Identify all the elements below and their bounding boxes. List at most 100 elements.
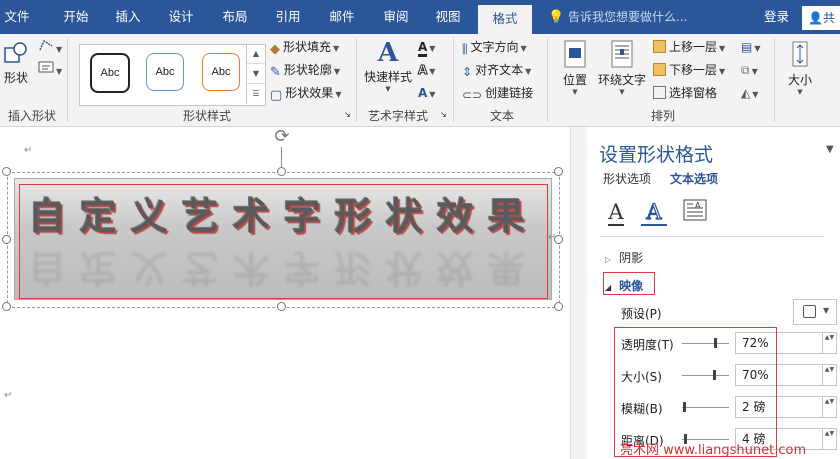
group-divider [356,38,357,122]
section-reflection-label: 映像 [619,279,644,293]
text-effects-button[interactable]: A ▼ [418,83,435,103]
chevron-down-icon: ▼ [719,44,726,53]
shapes-button[interactable]: 形状 [0,40,32,86]
shape-fill-label: 形状填充 [283,40,332,54]
shape-fill-button[interactable]: ◆ 形状填充 ▼ [270,37,339,57]
section-shadow[interactable]: ▷ 阴影 [605,249,643,266]
shape-outline-button[interactable]: ✎ 形状轮廓 ▼ [270,60,340,80]
tab-text-options[interactable]: 文本选项 [670,170,718,187]
spinner-icon[interactable]: ▲▼ [823,364,837,386]
tab-5[interactable]: 引用 [266,0,310,34]
document-scrollbar[interactable] [570,127,587,459]
wordart-a-icon: A [377,38,399,68]
login-link[interactable]: 登录 [764,0,789,34]
chevron-down-icon: ▼ [429,90,436,99]
spinner-icon[interactable]: ▲▼ [823,428,837,450]
tab-6[interactable]: 邮件 [320,0,364,34]
shape-outline-label: 形状轮廓 [283,63,332,77]
paragraph-mark-icon: ↵ [24,145,33,156]
dialog-launcher-icon[interactable]: ↘ [440,105,447,125]
resize-handle-right[interactable] [554,235,563,244]
text-effects-icon[interactable]: A [641,199,667,225]
size-button[interactable]: 大小 ▼ [783,40,817,96]
tab-2[interactable]: 插入 [108,0,148,34]
tab-9[interactable]: 格式 [478,5,532,34]
shape-effects-icon: ▢ [270,88,283,103]
quick-styles-button[interactable]: A 快速样式 ▼ [362,38,414,93]
preset-dropdown[interactable]: ▼ [793,299,837,325]
resize-handle-bottom[interactable] [277,302,286,311]
align-button[interactable]: ▤ ▼ [741,37,761,57]
text-direction-label: 文字方向 [470,40,519,54]
resize-handle-top-right[interactable] [554,167,563,176]
share-button[interactable]: 👤共 [802,6,840,30]
group-divider [67,38,68,122]
chevron-down-icon: ▼ [719,67,726,76]
dialog-launcher-icon[interactable]: ↘ [344,105,351,125]
chevron-down-icon: ▼ [754,44,761,53]
edit-points-icon [39,39,53,51]
text-fill-button[interactable]: A ▼ [418,37,435,57]
section-shadow-label: 阴影 [619,251,644,265]
chevron-down-icon: ▼ [333,67,341,76]
text-direction-icon: ⫼ [462,42,468,56]
rotate-handle-icon[interactable]: ⟳ [272,127,292,147]
group-label-text: 文本 [489,109,514,123]
shape-effects-button[interactable]: ▢ 形状效果 ▼ [270,83,341,103]
create-link-button[interactable]: ⊂⊃ 创建链接 [462,83,533,103]
bring-forward-button[interactable]: 上移一层 ▼ [653,37,725,57]
resize-handle-bottom-left[interactable] [2,302,11,311]
position-button[interactable]: 位置 ▼ [557,40,593,96]
tab-7[interactable]: 审阅 [374,0,418,34]
resize-handle-top-left[interactable] [2,167,11,176]
paint-bucket-icon: ◆ [270,42,280,57]
section-reflection[interactable]: ◢ 映像 [605,277,643,294]
text-fill-outline-icon[interactable]: A [603,199,629,226]
chevron-down-icon: ▼ [525,67,532,76]
edit-shape-button[interactable]: ▼ [38,38,62,58]
group-divider [453,38,454,122]
text-direction-button[interactable]: ⫼ 文字方向 ▼ [462,37,527,57]
group-button[interactable]: ⧉ ▼ [741,60,758,80]
tab-4[interactable]: 布局 [214,0,256,34]
person-icon: 👤 [808,11,823,25]
shape-style-gallery[interactable]: Abc Abc Abc [79,44,266,106]
send-backward-label: 下移一层 [669,63,718,77]
spinner-icon[interactable]: ▲▼ [823,396,837,418]
selection-pane-button[interactable]: 选择窗格 [653,83,717,103]
watermark: 亮术网 www.liangshunet.com [620,443,807,458]
align-text-button[interactable]: ⇕ 对齐文本 ▼ [462,60,531,80]
tab-3[interactable]: 设计 [160,0,202,34]
pane-divider [600,236,824,237]
gallery-up-icon[interactable]: ▲ [247,44,265,64]
tell-me-box[interactable]: 💡 告诉我您想要做什么... [548,0,687,34]
text-outline-button[interactable]: A ▼ [417,60,435,80]
tab-8[interactable]: 视图 [426,0,470,34]
gallery-more-icon[interactable]: ☰ [247,84,265,104]
layout-properties-icon[interactable]: A [682,199,708,225]
tab-1[interactable]: 开始 [56,0,96,34]
style-swatch-orange[interactable]: Abc [202,53,240,91]
draw-textbox-button[interactable]: ▼ [38,60,62,80]
wrap-text-button[interactable]: 环绕文字 ▼ [597,40,647,96]
text-effects-icon: A [418,86,428,100]
gallery-down-icon[interactable]: ▼ [247,64,265,84]
rotate-button[interactable]: ◭ ▼ [741,83,758,103]
chevron-right-icon: ▷ [605,255,612,264]
resize-handle-top[interactable] [277,167,286,176]
style-swatch-dark[interactable]: Abc [90,53,130,93]
wrap-text-icon [611,40,633,68]
resize-handle-left[interactable] [2,235,11,244]
shapes-label: 形状 [3,71,28,85]
group-divider [547,38,548,122]
pane-options-icon[interactable]: ▼ [826,144,834,155]
bring-forward-label: 上移一层 [669,40,718,54]
align-text-icon: ⇕ [462,65,473,79]
tab-0[interactable]: 文件 [0,0,34,34]
send-backward-button[interactable]: 下移一层 ▼ [653,60,725,80]
gallery-scroll[interactable]: ▲ ▼ ☰ [246,44,265,104]
style-swatch-blue[interactable]: Abc [146,53,184,91]
resize-handle-bottom-right[interactable] [554,302,563,311]
tab-shape-options[interactable]: 形状选项 [603,170,651,187]
spinner-icon[interactable]: ▲▼ [823,332,837,354]
